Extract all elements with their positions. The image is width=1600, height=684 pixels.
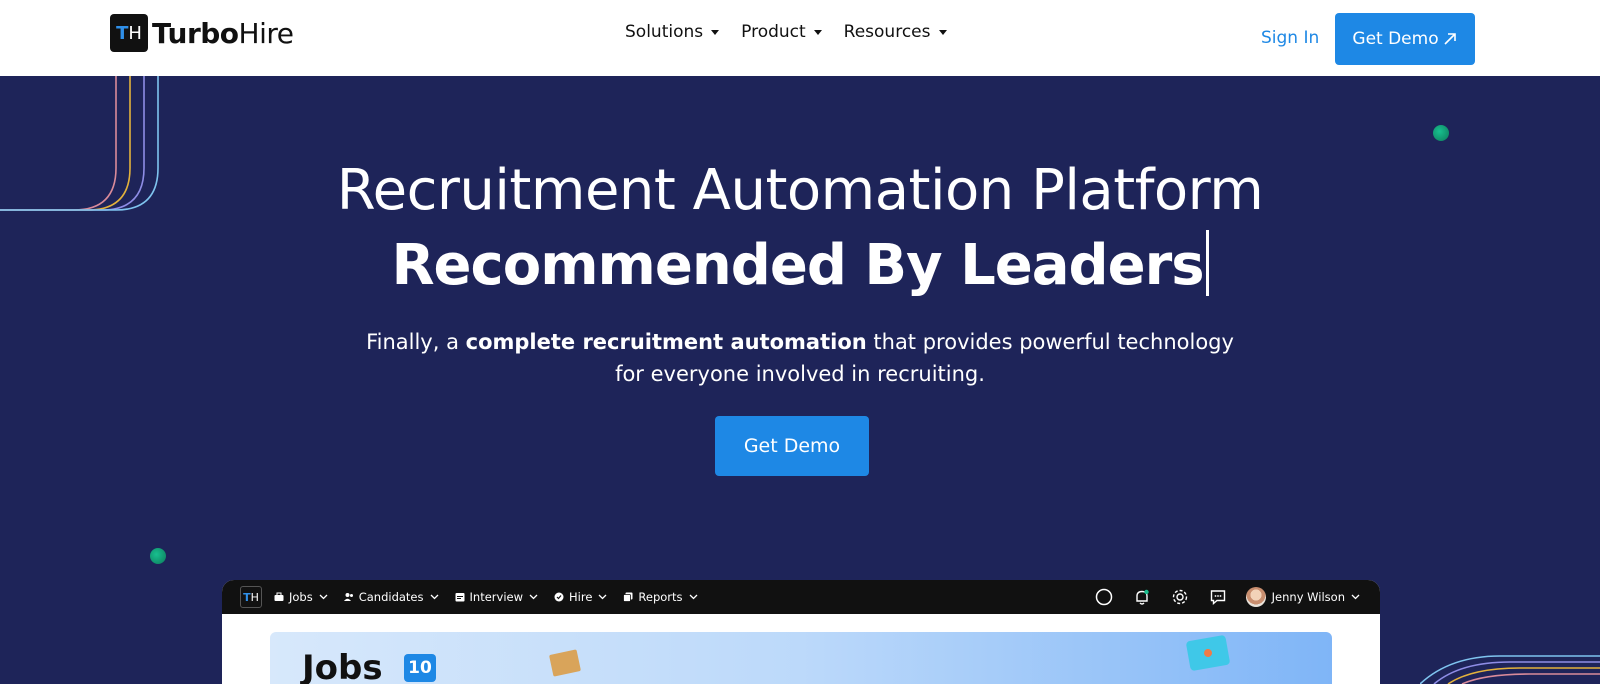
hero-title-line2-text: Recommended By Leaders [391,233,1204,298]
chat-icon[interactable] [1208,587,1228,607]
chevron-down-icon [1351,594,1360,600]
app-top-bar: TH Jobs Candidates Interview Hire Report… [222,580,1380,614]
jobs-banner: Jobs 10 [270,632,1332,684]
hero-subtitle-bold: complete recruitment automation [465,330,867,354]
header-get-demo-button[interactable]: Get Demo [1335,13,1475,65]
logo-brand-regular: Hire [238,16,294,50]
caret-down-icon [711,29,720,35]
caret-down-icon [938,29,947,35]
notification-bell-icon[interactable] [1132,587,1152,607]
app-menu-jobs[interactable]: Jobs [274,590,328,604]
users-icon [343,593,353,601]
chevron-down-icon [598,594,607,600]
site-header: TH TurboHire Solutions Product Resources… [0,0,1600,76]
app-menu-interview[interactable]: Interview [455,590,538,604]
nav-solutions-label: Solutions [625,22,704,42]
logo-mark-t: T [116,22,129,44]
sign-in-link[interactable]: Sign In [1261,28,1319,48]
nav-resources[interactable]: Resources [844,22,947,42]
briefcase-icon [274,592,284,601]
app-menu-interview-label: Interview [469,590,523,604]
bag-icon [1185,634,1231,672]
logo-mark: TH [110,14,148,52]
reports-icon [623,592,633,602]
search-icon[interactable] [1094,587,1114,607]
app-menu-hire-label: Hire [569,590,593,604]
calendar-icon [455,593,465,602]
decorative-dot [150,548,166,564]
logo-brand-bold: Turbo [152,16,239,50]
turbohire-logo[interactable]: TH TurboHire [110,14,294,52]
logo-mark-h: H [128,22,142,44]
arrow-up-right-icon [1444,33,1456,45]
user-menu[interactable]: Jenny Wilson [1245,587,1360,607]
nav-product[interactable]: Product [741,22,822,42]
nav-resources-label: Resources [843,22,931,42]
chevron-down-icon [529,594,538,600]
caret-down-icon [813,29,822,35]
decorative-dot [1433,125,1449,141]
hero-get-demo-label: Get Demo [743,435,841,457]
app-menu-candidates[interactable]: Candidates [343,590,439,604]
app-menu-hire[interactable]: Hire [554,590,607,604]
app-menu-reports-label: Reports [638,590,683,604]
app-menu-reports[interactable]: Reports [623,590,697,604]
hero-title-line1: Recruitment Automation Platform [336,158,1264,223]
hero-title-line2: Recommended By Leaders [0,230,1600,298]
jobs-count-badge: 10 [404,654,436,682]
app-menu-candidates-label: Candidates [358,590,424,604]
app-menu: Jobs Candidates Interview Hire Reports [274,590,698,604]
avatar [1245,587,1266,607]
hero-subtitle-prefix: Finally, a [366,330,466,354]
app-top-bar-actions: Jenny Wilson [1094,580,1360,614]
jobs-page-title: Jobs [302,648,383,684]
nav-solutions[interactable]: Solutions [625,22,720,42]
logo-wordmark: TurboHire [152,17,294,50]
hero-subtitle-line2: for everyone involved in recruiting. [615,362,985,386]
package-icon [549,649,581,677]
header-get-demo-label: Get Demo [1352,29,1439,49]
app-logo-t: T [243,590,251,604]
gear-icon[interactable] [1170,587,1190,607]
hero-get-demo-button[interactable]: Get Demo [715,416,869,476]
main-nav: Solutions Product Resources [625,22,947,42]
app-logo[interactable]: TH [240,586,262,608]
nav-product-label: Product [741,22,806,42]
decorative-curves-bottom-right [1420,655,1600,684]
app-menu-jobs-label: Jobs [289,590,313,604]
chevron-down-icon [430,594,438,600]
hero-subtitle-suffix: that provides powerful technology [866,330,1234,354]
hero-subtitle: Finally, a complete recruitment automati… [0,326,1600,390]
user-name: Jenny Wilson [1271,590,1345,604]
app-preview: TH Jobs Candidates Interview Hire Report… [222,580,1380,684]
badge-icon [554,592,564,602]
typing-cursor [1205,230,1209,296]
chevron-down-icon [319,594,328,600]
chevron-down-icon [689,594,697,600]
app-logo-h: H [250,590,259,604]
